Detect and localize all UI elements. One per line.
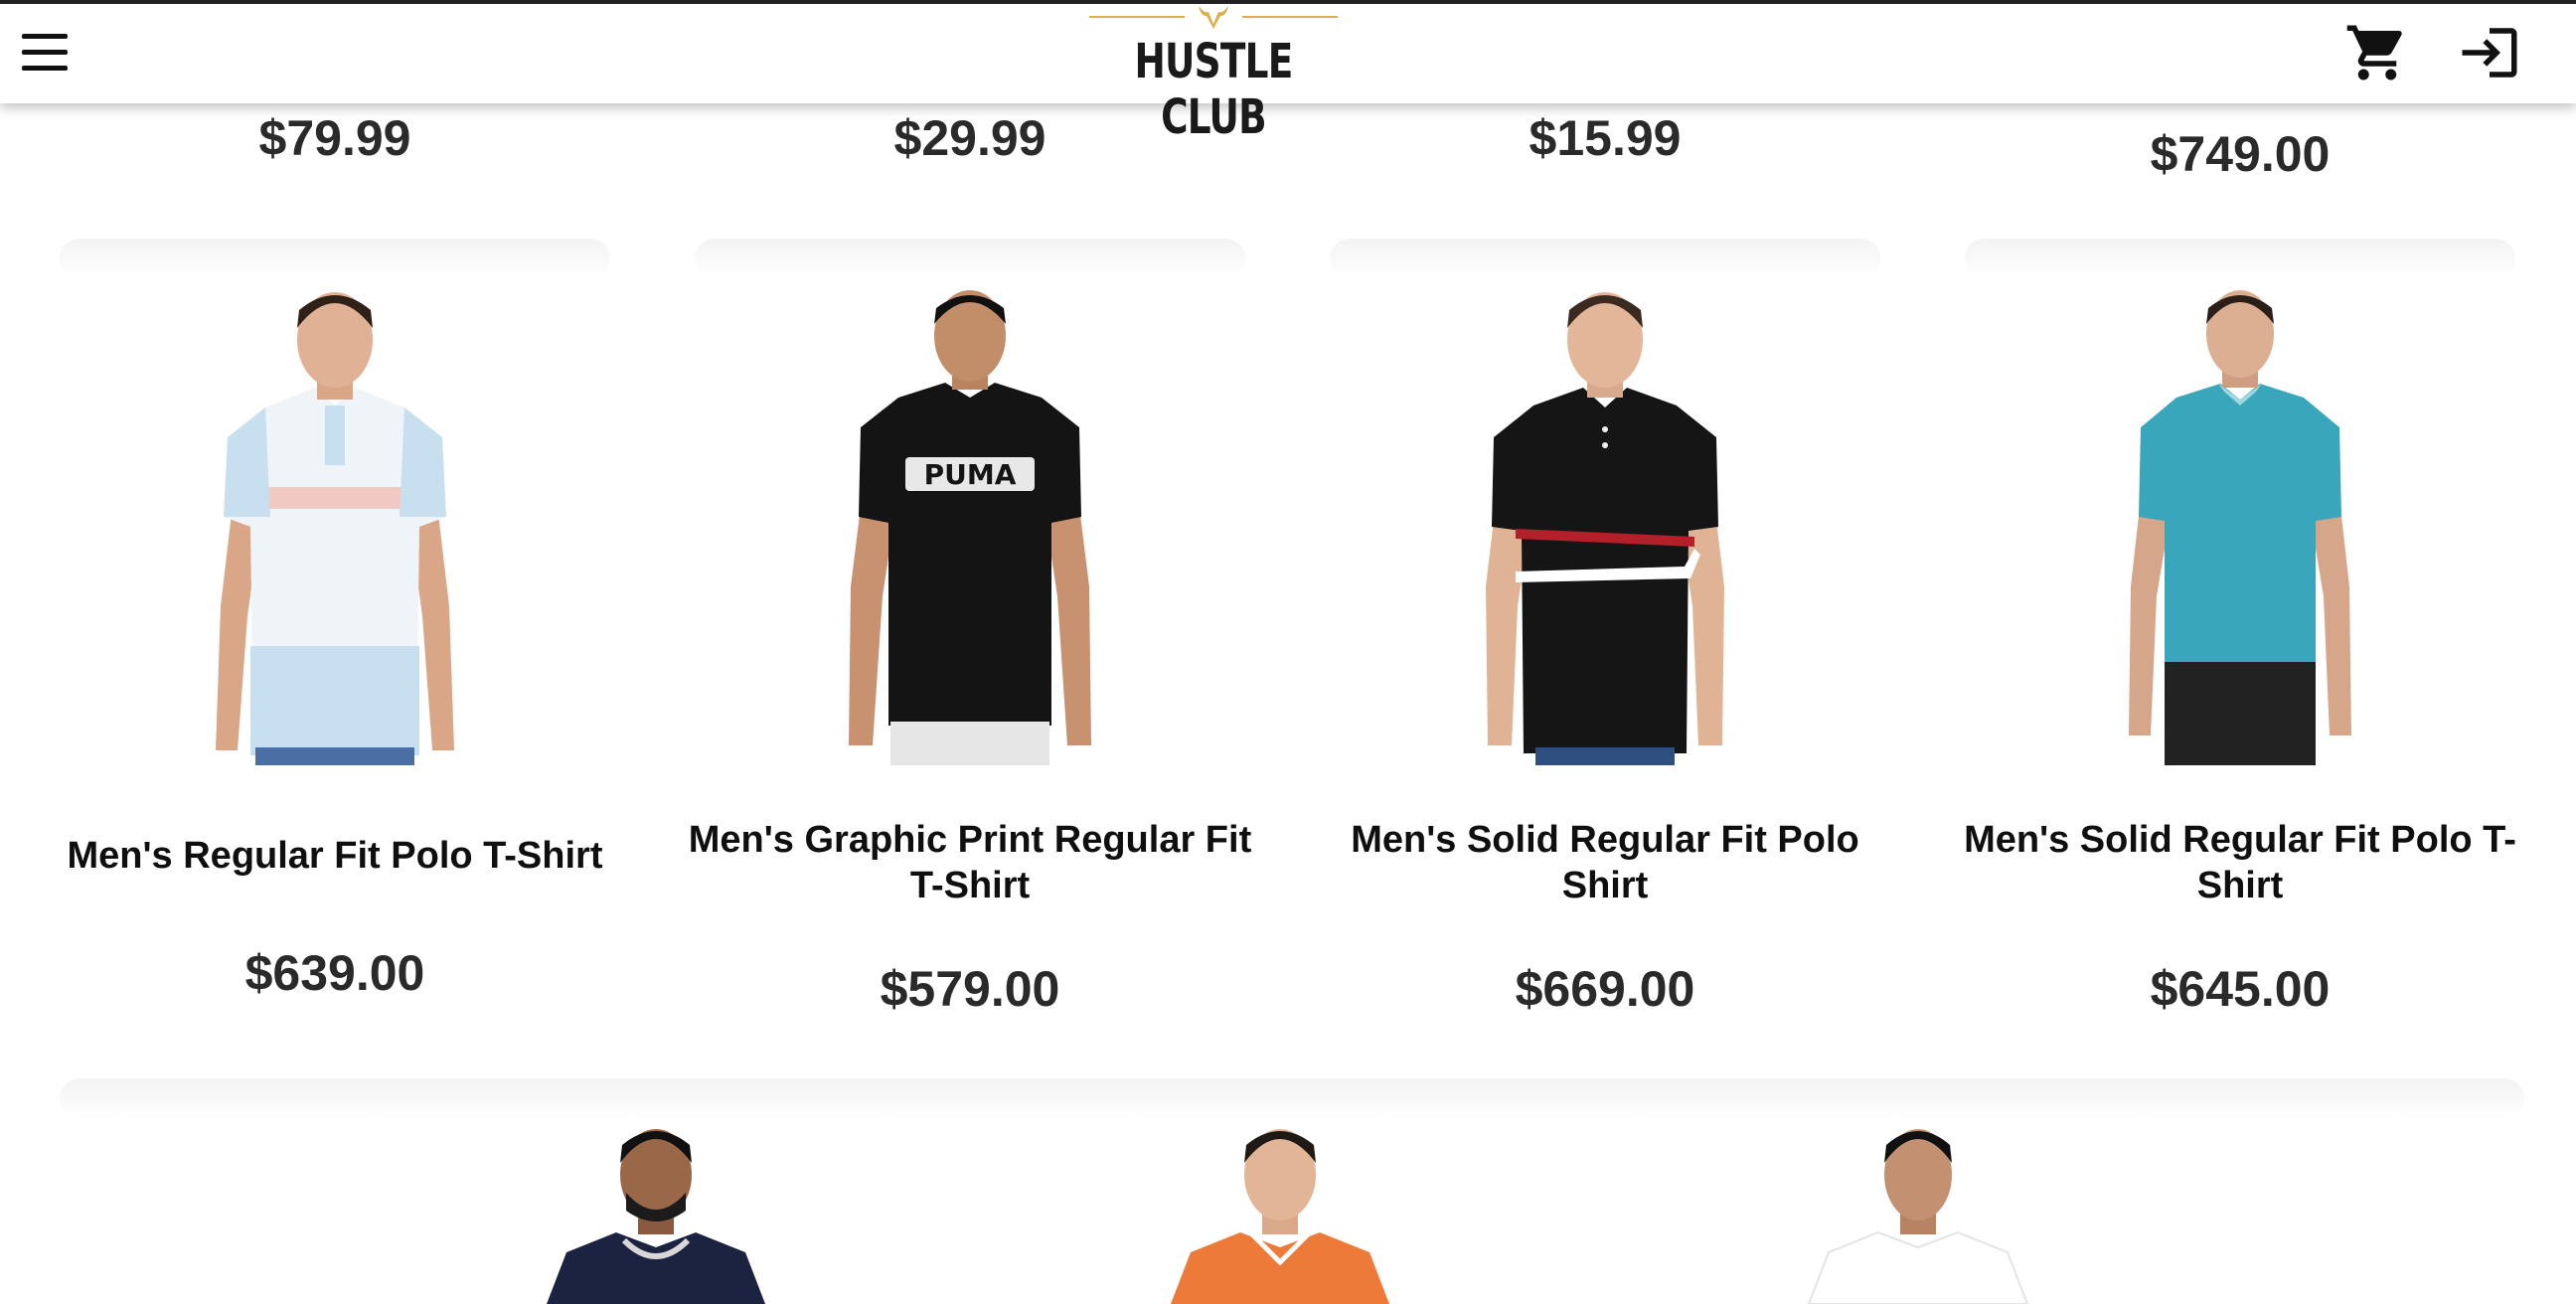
product-image-next-2[interactable]: [1131, 1123, 1429, 1304]
product-image-next-1[interactable]: [507, 1123, 805, 1304]
shopping-cart-icon[interactable]: [2341, 20, 2413, 85]
product-price: $79.99: [258, 110, 411, 166]
product-image[interactable]: [1456, 288, 1754, 765]
product-price: $669.00: [1515, 961, 1695, 1017]
product-image[interactable]: [186, 288, 484, 765]
hamburger-menu-icon[interactable]: [16, 24, 74, 82]
product-price: $749.00: [2150, 126, 2331, 182]
brand-name: HUSTLE CLUB: [1134, 34, 1294, 145]
product-card[interactable]: Men's Solid Regular Fit Polo T-Shirt $64…: [1945, 239, 2535, 1034]
product-title[interactable]: Men's Solid Regular Fit Polo T-Shirt: [1955, 817, 2525, 908]
product-image[interactable]: PUMA: [821, 288, 1119, 765]
product-card[interactable]: Men's Solid Regular Fit Polo Shirt $669.…: [1310, 239, 1900, 1034]
product-price: $639.00: [244, 945, 425, 1001]
product-title[interactable]: Men's Regular Fit Polo T-Shirt: [50, 833, 620, 879]
product-card[interactable]: PUMA Men's Graphic Print Regular Fit T-S…: [675, 239, 1265, 1034]
product-title[interactable]: Men's Solid Regular Fit Polo Shirt: [1320, 817, 1890, 908]
svg-text:PUMA: PUMA: [924, 458, 1017, 491]
product-grid: $79.99 $29.99 $15.99 $749.00 Men's Regul…: [0, 0, 2576, 1304]
top-navbar: HUSTLE CLUB: [0, 0, 2576, 145]
product-price: $645.00: [2150, 961, 2331, 1017]
product-image-next-3[interactable]: [1769, 1123, 2067, 1304]
logo-line-right: [1242, 16, 1338, 18]
brand-logo[interactable]: HUSTLE CLUB: [1089, 4, 1338, 145]
login-arrow-icon[interactable]: [2457, 20, 2522, 85]
product-price: $15.99: [1529, 110, 1682, 166]
bull-icon: [1199, 6, 1228, 29]
product-title[interactable]: Men's Graphic Print Regular Fit T-Shirt: [685, 817, 1255, 908]
product-price: $579.00: [880, 961, 1060, 1017]
product-card[interactable]: Men's Regular Fit Polo T-Shirt $639.00: [40, 239, 630, 1034]
logo-line-left: [1089, 16, 1185, 18]
product-image[interactable]: [2091, 288, 2389, 765]
